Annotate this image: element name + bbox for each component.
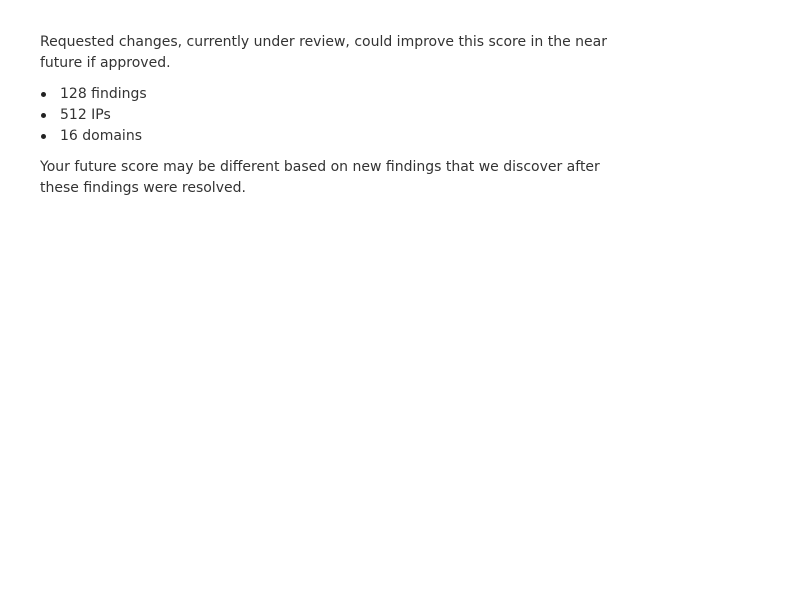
list-item-label: 16 domains — [60, 128, 142, 144]
list-item: 128 findings — [40, 84, 640, 105]
requested-changes-list: 128 findings 512 IPs 16 domains — [40, 84, 640, 147]
bullet-icon — [41, 92, 46, 97]
list-item-label: 128 findings — [60, 86, 147, 102]
bullet-icon — [41, 113, 46, 118]
future-score-info-panel: Requested changes, currently under revie… — [40, 32, 640, 199]
list-item: 16 domains — [40, 126, 640, 147]
list-item-label: 512 IPs — [60, 107, 111, 123]
list-item: 512 IPs — [40, 105, 640, 126]
disclaimer-paragraph: Your future score may be different based… — [40, 159, 600, 196]
bullet-icon — [41, 134, 46, 139]
intro-paragraph: Requested changes, currently under revie… — [40, 34, 607, 71]
